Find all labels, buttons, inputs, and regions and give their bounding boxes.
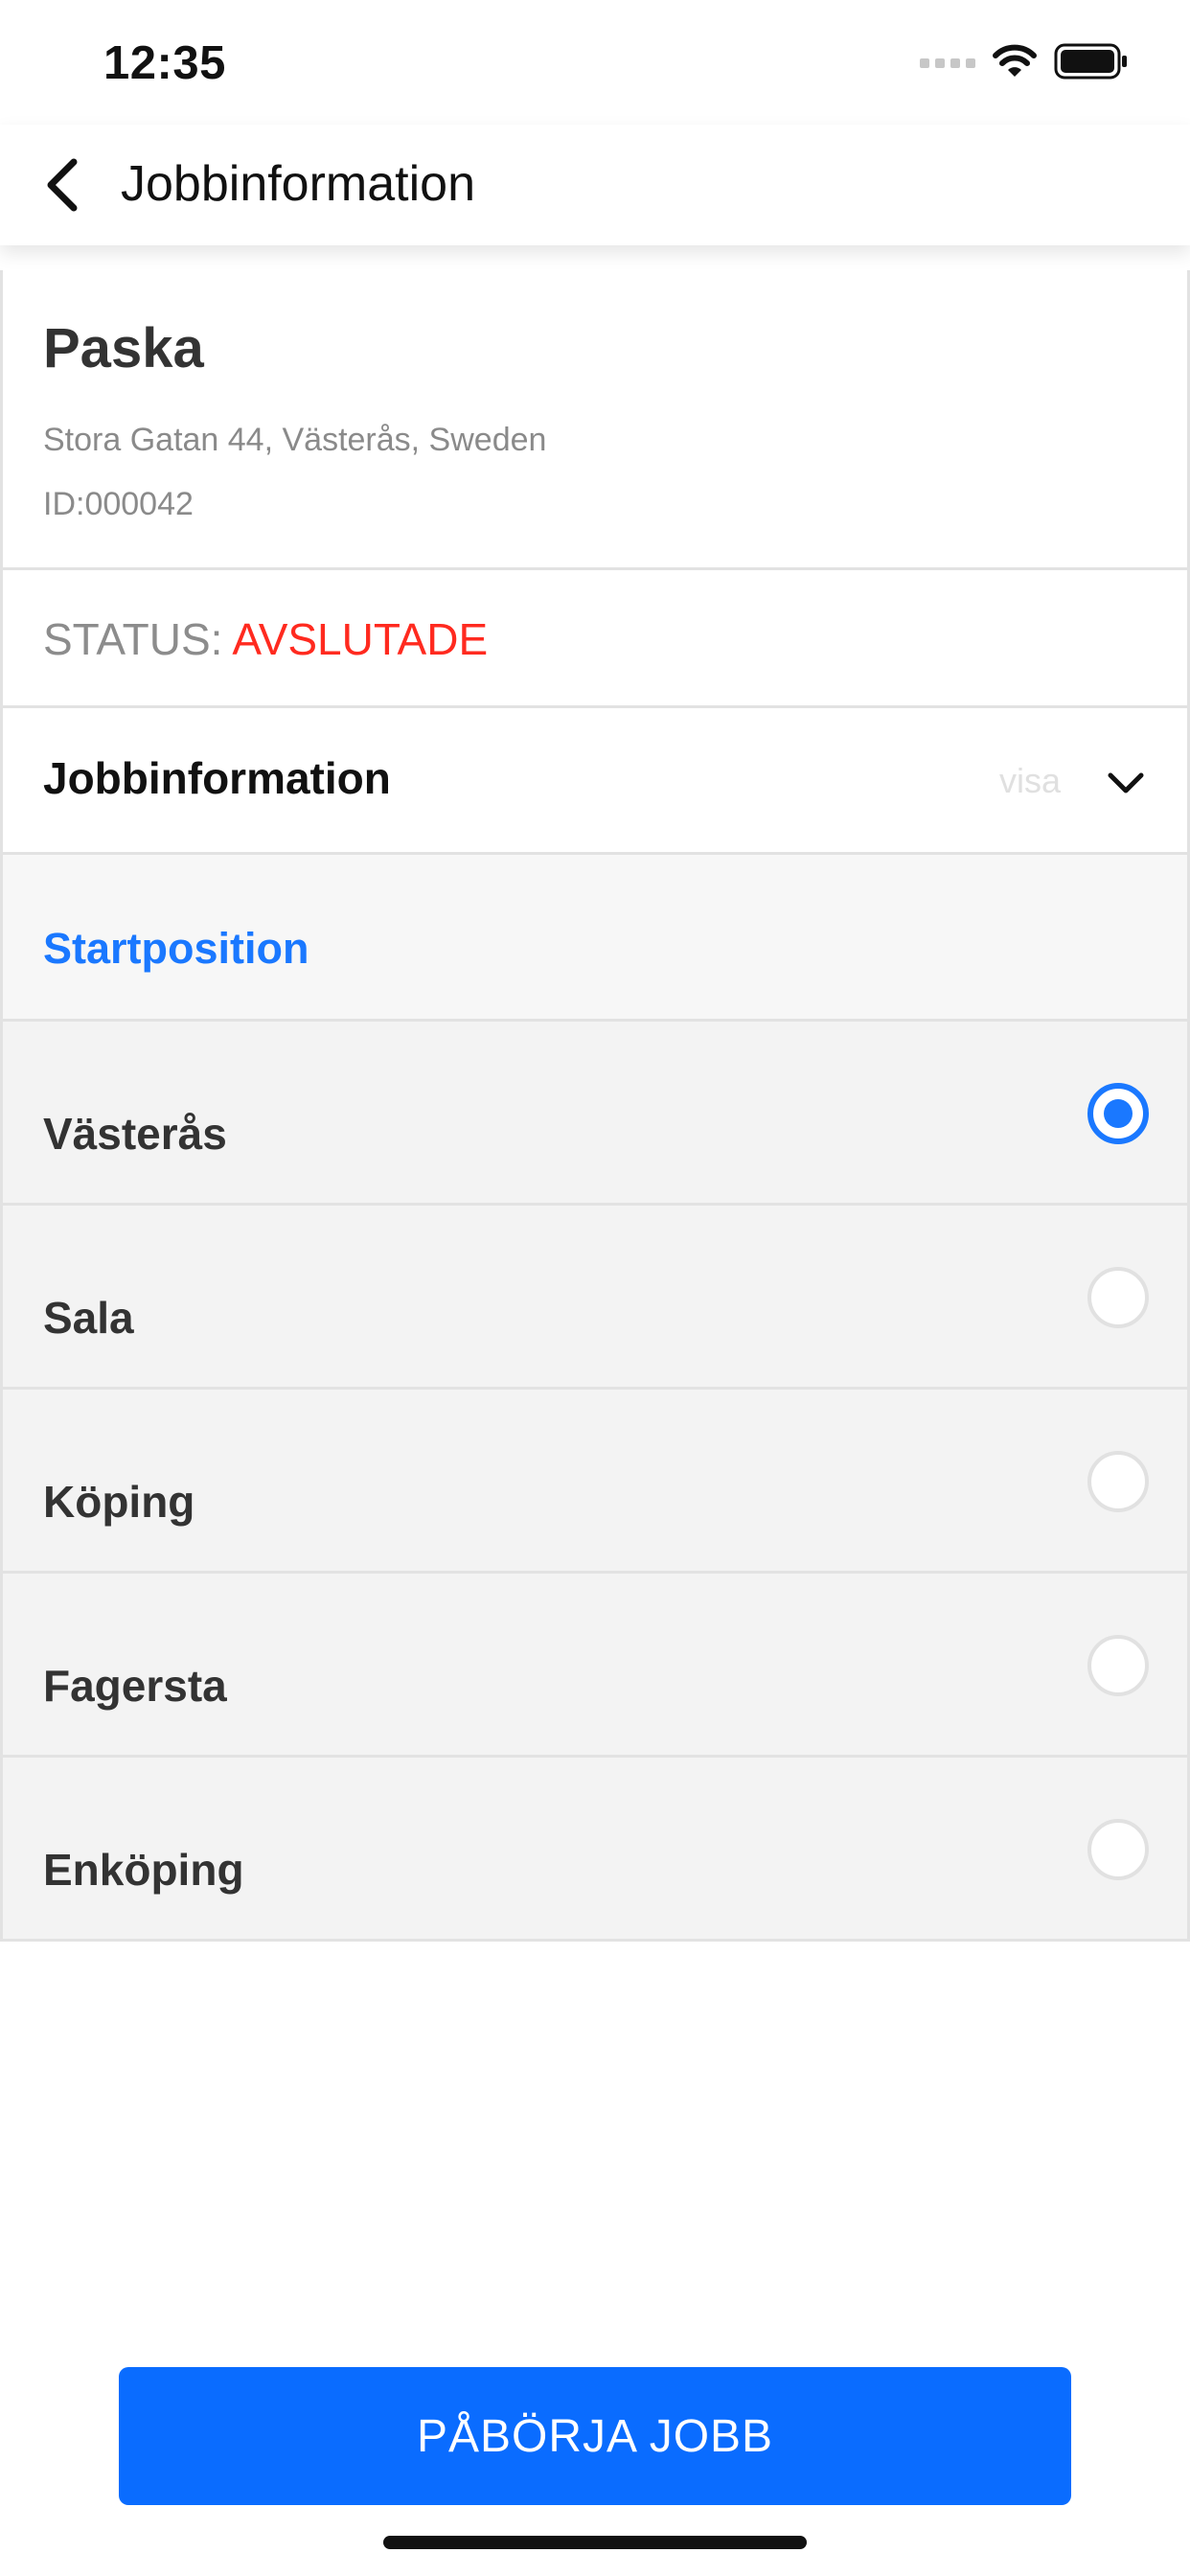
- status-bar: 12:35: [0, 0, 1190, 125]
- accordion-title: Jobbinformation: [43, 753, 391, 803]
- radio-button[interactable]: [1087, 1635, 1149, 1696]
- job-address: Stora Gatan 44, Västerås, Sweden: [43, 422, 547, 458]
- home-indicator: [383, 2536, 807, 2549]
- job-status: STATUS: AVSLUTADE: [3, 570, 1187, 708]
- option-label: Köping: [43, 1477, 195, 1527]
- option-label: Västerås: [43, 1109, 227, 1159]
- option-label: Fagersta: [43, 1661, 227, 1711]
- status-value: AVSLUTADE: [232, 614, 489, 664]
- status-line: STATUS: AVSLUTADE: [43, 613, 488, 665]
- wifi-icon: [993, 44, 1037, 83]
- battery-icon: [1054, 43, 1129, 84]
- option-row-fagersta[interactable]: Fagersta: [3, 1574, 1187, 1758]
- status-label: STATUS:: [43, 614, 223, 664]
- job-id: ID:000042: [43, 486, 194, 522]
- option-row-sala[interactable]: Sala: [3, 1206, 1187, 1390]
- navigation-bar: Jobbinformation: [0, 125, 1190, 245]
- option-label: Sala: [43, 1293, 134, 1343]
- job-name: Paska: [43, 317, 204, 380]
- cellular-signal-icon: [920, 55, 975, 73]
- status-time: 12:35: [103, 37, 226, 89]
- accordion-show-hint: visa: [998, 761, 1061, 800]
- job-card: Paska Stora Gatan 44, Västerås, Sweden I…: [0, 270, 1190, 1942]
- chevron-left-icon: [47, 158, 78, 212]
- radio-button-selected[interactable]: [1087, 1083, 1149, 1144]
- option-row-koping[interactable]: Köping: [3, 1390, 1187, 1574]
- chevron-down-icon[interactable]: [1105, 762, 1147, 804]
- start-position-heading: Startposition: [3, 855, 1187, 1022]
- page-title: Jobbinformation: [121, 156, 475, 212]
- option-row-vasteras[interactable]: Västerås: [3, 1022, 1187, 1206]
- back-button[interactable]: [29, 151, 96, 218]
- job-header: Paska Stora Gatan 44, Västerås, Sweden I…: [3, 270, 1187, 570]
- start-position-title: Startposition: [43, 924, 309, 973]
- job-info-accordion[interactable]: Jobbinformation visa: [3, 708, 1187, 855]
- radio-button[interactable]: [1087, 1819, 1149, 1880]
- option-label: Enköping: [43, 1845, 244, 1895]
- start-job-button[interactable]: PÅBÖRJA JOBB: [119, 2367, 1071, 2505]
- radio-button[interactable]: [1087, 1267, 1149, 1328]
- radio-button[interactable]: [1087, 1451, 1149, 1512]
- status-icons: [920, 43, 1129, 84]
- option-row-enkoping[interactable]: Enköping: [3, 1758, 1187, 1942]
